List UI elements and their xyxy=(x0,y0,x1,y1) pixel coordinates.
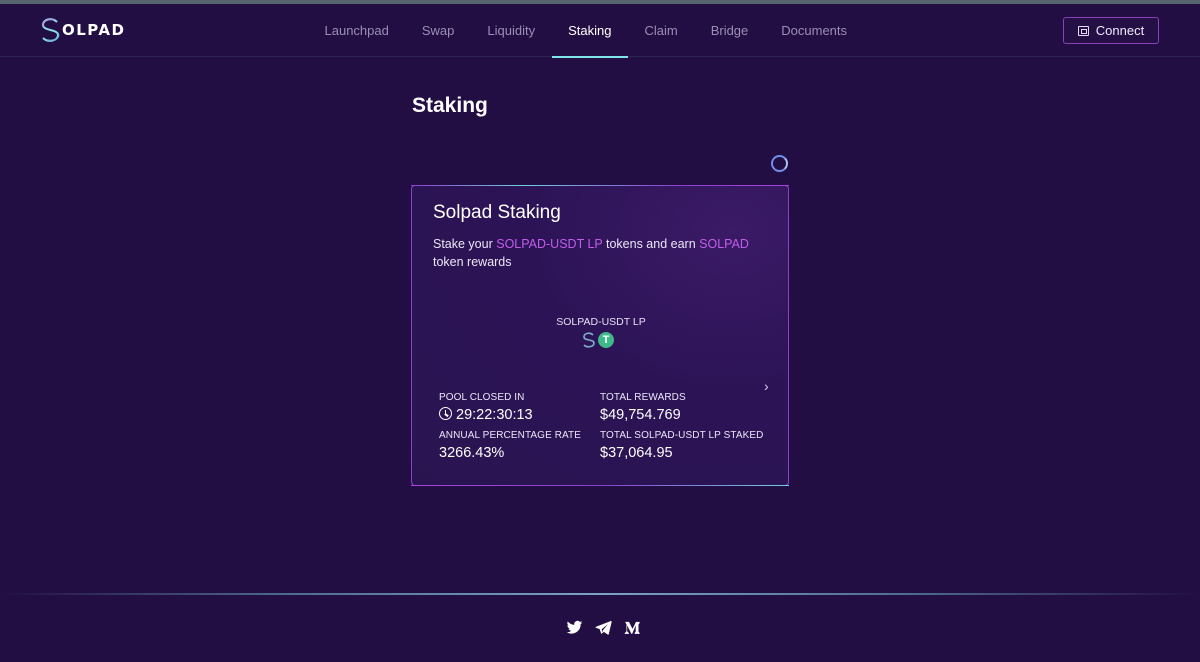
solpad-logo-icon xyxy=(41,18,60,42)
nav-bridge[interactable]: Bridge xyxy=(694,4,765,57)
total-rewards-value: $49,754.769 xyxy=(600,407,681,423)
nav-claim[interactable]: Claim xyxy=(628,4,694,57)
countdown: 29:22:30:13 xyxy=(456,407,533,423)
wallet-icon xyxy=(1077,25,1089,36)
twitter-icon[interactable] xyxy=(566,619,583,636)
pool-closed-value: 29:22:30:13 xyxy=(439,407,533,423)
logo[interactable]: OLPAD xyxy=(40,17,126,43)
usdt-token-icon: T xyxy=(598,332,614,348)
pool-closed-label: POOL CLOSED IN xyxy=(439,392,525,403)
pair-icons: T xyxy=(582,332,614,348)
social-links xyxy=(566,619,641,636)
desc-prefix: Stake your xyxy=(433,237,497,251)
card-title: Solpad Staking xyxy=(433,202,561,223)
connect-wallet-button[interactable]: Connect xyxy=(1063,17,1159,44)
brand-name: OLPAD xyxy=(62,21,126,39)
chevron-right-icon[interactable]: › xyxy=(764,378,769,394)
header: OLPAD Launchpad Swap Liquidity Staking C… xyxy=(0,4,1200,58)
total-staked-label: TOTAL SOLPAD-USDT LP STAKED xyxy=(600,430,764,441)
desc-suffix: token rewards xyxy=(433,255,512,269)
apr-label: ANNUAL PERCENTAGE RATE xyxy=(439,430,582,441)
nav-liquidity[interactable]: Liquidity xyxy=(471,4,552,57)
nav-swap[interactable]: Swap xyxy=(405,4,471,57)
staking-pool-card[interactable]: Solpad Staking Stake your SOLPAD-USDT LP… xyxy=(411,185,789,486)
solpad-token-icon xyxy=(583,332,595,348)
main-nav: Launchpad Swap Liquidity Staking Claim B… xyxy=(308,4,864,58)
medium-icon[interactable] xyxy=(624,619,641,636)
nav-staking[interactable]: Staking xyxy=(551,4,629,58)
clock-icon xyxy=(439,407,452,420)
telegram-icon[interactable] xyxy=(595,619,612,636)
nav-documents[interactable]: Documents xyxy=(765,4,864,57)
card-description: Stake your SOLPAD-USDT LP tokens and ear… xyxy=(433,235,763,271)
total-rewards-label: TOTAL REWARDS xyxy=(600,392,686,403)
loading-spinner-icon xyxy=(771,155,788,172)
page-title: Staking xyxy=(412,94,488,117)
desc-middle: tokens and earn xyxy=(602,237,700,251)
apr-value: 3266.43% xyxy=(439,445,505,461)
nav-launchpad[interactable]: Launchpad xyxy=(308,4,405,57)
pair-label: SOLPAD-USDT LP xyxy=(556,316,646,328)
desc-token: SOLPAD-USDT LP xyxy=(496,237,603,251)
desc-reward-token: SOLPAD xyxy=(699,237,749,251)
connect-label: Connect xyxy=(1095,23,1145,38)
total-staked-value: $37,064.95 xyxy=(600,445,673,461)
footer-divider xyxy=(0,593,1200,595)
